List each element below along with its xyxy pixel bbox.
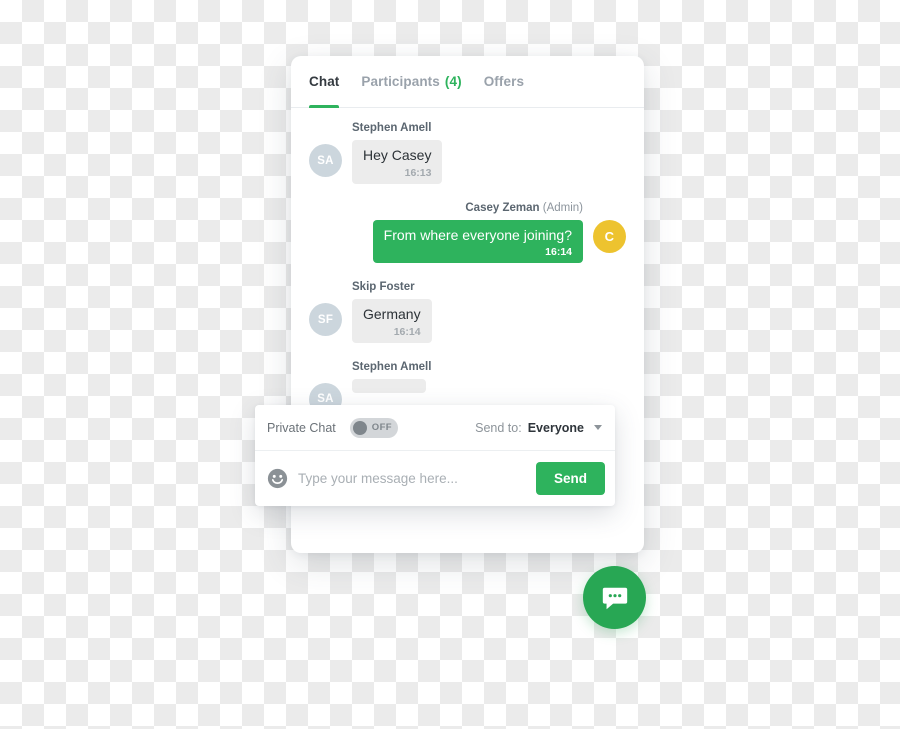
send-to-label: Send to: [475,420,522,435]
message-composer-panel: Private Chat OFF Send to: Everyone Type … [255,405,615,506]
message-bubble [352,378,426,393]
chat-bubble-icon [602,587,627,609]
message-timestamp: 16:13 [404,166,432,179]
private-chat-label: Private Chat [267,420,336,435]
tab-participants[interactable]: Participants (4) [361,56,461,108]
composer-options-row: Private Chat OFF Send to: Everyone [255,405,615,451]
message-sender-name: Stephen Amell [352,122,432,134]
composer-input-row: Send [255,451,615,505]
message-sender-name: Casey Zeman [465,201,540,214]
toggle-state-label: OFF [371,422,392,433]
tab-bar: Chat Participants (4) Offers [291,56,644,108]
message-timestamp: 16:14 [545,246,572,258]
avatar: C [593,219,626,253]
avatar: SA [309,144,342,177]
send-button[interactable]: Send [535,461,605,495]
tab-offers[interactable]: Offers [484,56,524,108]
message-text: Hey Casey [363,147,432,163]
message-sender: Casey Zeman (Admin) [465,202,583,214]
table-row: SA Stephen Amell Hey Casey 16:13 [309,122,626,184]
tab-participants-label: Participants [361,74,440,89]
tab-chat-label: Chat [309,74,340,89]
private-chat-toggle[interactable]: OFF [349,417,398,438]
message-bubble: Hey Casey 16:13 [352,140,443,184]
message-text: Germany [363,306,421,322]
tab-offers-label: Offers [483,74,525,89]
message-bubble: From where everyone joining? 16:14 [372,219,583,263]
table-row: Casey Zeman (Admin) From where everyone … [309,202,626,263]
message-text: From where everyone joining? [383,226,572,243]
message-sender-role: (Admin) [542,201,583,214]
send-to-value: Everyone [527,420,584,435]
screenshot-root: Chat Participants (4) Offers SA Stephen … [0,0,900,729]
smiley-face-icon[interactable] [267,468,288,489]
avatar: SF [309,303,342,336]
message-input[interactable] [298,470,526,486]
message-sender-name: Stephen Amell [352,360,432,373]
message-sender: Stephen Amell [352,361,431,373]
toggle-knob [352,420,367,435]
message-sender: Skip Foster [352,281,415,293]
message-timestamp: 16:14 [393,325,421,338]
participants-count-badge: (4) [444,74,462,89]
message-bubble: Germany 16:14 [352,299,432,343]
table-row: SF Skip Foster Germany 16:14 [309,281,626,343]
chevron-down-icon [594,425,602,430]
send-to-dropdown[interactable]: Send to: Everyone [475,421,602,435]
message-sender-name: Skip Foster [352,281,415,293]
chat-bubble-fab[interactable] [583,566,646,629]
tab-chat[interactable]: Chat [309,56,340,108]
message-sender: Stephen Amell [352,122,431,134]
